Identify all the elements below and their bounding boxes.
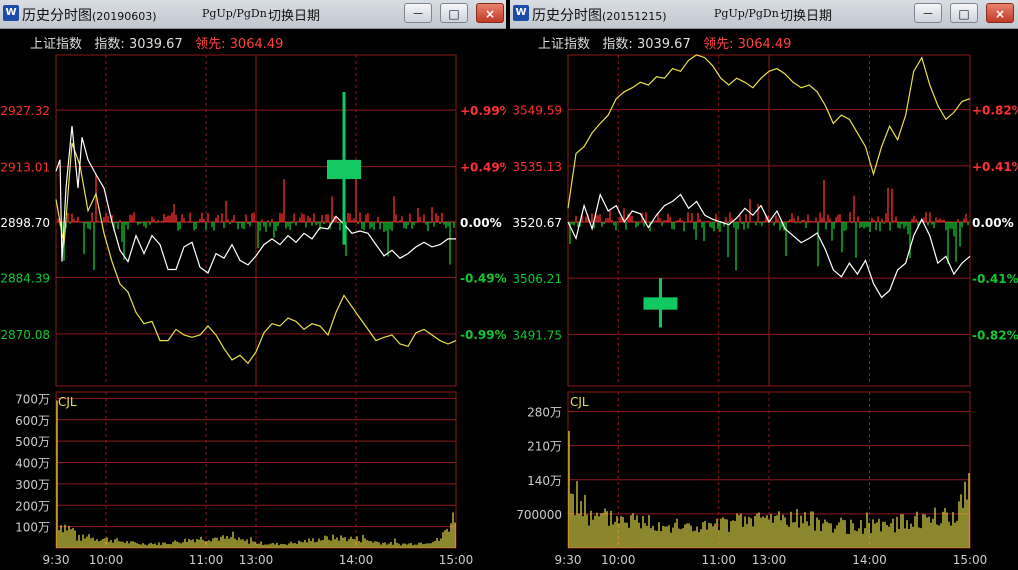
volume-tick-label: 400万 [15,457,50,471]
percent-tick-label: +0.49% [460,161,506,175]
time-tick-label: 10:00 [601,553,636,567]
chart-window-left: W 历史分时图(20190603) PgUp/PgDn 切换日期 － □ × 上… [0,0,506,570]
volume-tick-label: 500万 [15,435,50,449]
intraday-chart: 2927.32 2913.01 2898.70 2884.39 2870.08 +0.99… [0,54,506,567]
percent-tick-label: +0.99% [460,104,506,118]
percent-tick-label: -0.82% [972,328,1018,342]
price-tick-label: 2927.32 [0,104,50,118]
volume-label: CJL [58,395,77,409]
price-tick-label: 3491.75 [512,328,562,342]
time-tick-label: 14:00 [852,553,887,567]
time-tick-label: 15:00 [953,553,988,567]
volume-tick-label: 300万 [15,478,50,492]
time-tick-label: 15:00 [439,553,474,567]
percent-tick-label: +0.41% [972,160,1018,174]
price-tick-label: 3549.59 [512,104,562,118]
time-tick-label: 11:00 [701,553,736,567]
price-tick-label: 2870.08 [0,328,50,342]
price-tick-label: 2898.70 [0,216,50,230]
time-tick-label: 10:00 [89,553,124,567]
volume-label: CJL [570,395,589,409]
time-tick-label: 14:00 [339,553,374,567]
time-tick-label: 9:30 [555,553,582,567]
price-tick-label: 3520.67 [512,216,562,230]
chart-window-right: W 历史分时图(20151215) PgUp/PgDn 切换日期 － □ × 上… [510,0,1018,570]
time-tick-label: 11:00 [189,553,224,567]
volume-tick-label: 210万 [527,440,562,454]
volume-tick-label: 600万 [15,414,50,428]
time-tick-label: 9:30 [43,553,70,567]
price-tick-label: 3506.21 [512,272,562,286]
percent-tick-label: 0.00% [460,216,502,230]
percent-tick-label: -0.99% [460,328,506,342]
candle-body [643,297,678,310]
candle-body [327,159,361,180]
time-tick-label: 13:00 [752,553,787,567]
volume-tick-label: 100万 [15,521,50,535]
volume-tick-label: 700000 [516,508,562,522]
intraday-chart: 3549.59 3535.13 3520.67 3506.21 3491.75 +0.82… [512,54,1018,567]
price-tick-label: 3535.13 [512,160,562,174]
percent-tick-label: -0.49% [460,271,506,285]
volume-tick-label: 200万 [15,499,50,513]
volume-tick-label: 700万 [15,392,50,406]
time-tick-label: 13:00 [239,553,274,567]
percent-tick-label: 0.00% [972,216,1014,230]
price-tick-label: 2913.01 [0,161,50,175]
percent-tick-label: -0.41% [972,272,1018,286]
percent-tick-label: +0.82% [972,104,1018,118]
volume-tick-label: 280万 [527,406,562,420]
price-tick-label: 2884.39 [0,271,50,285]
volume-tick-label: 140万 [527,474,562,488]
